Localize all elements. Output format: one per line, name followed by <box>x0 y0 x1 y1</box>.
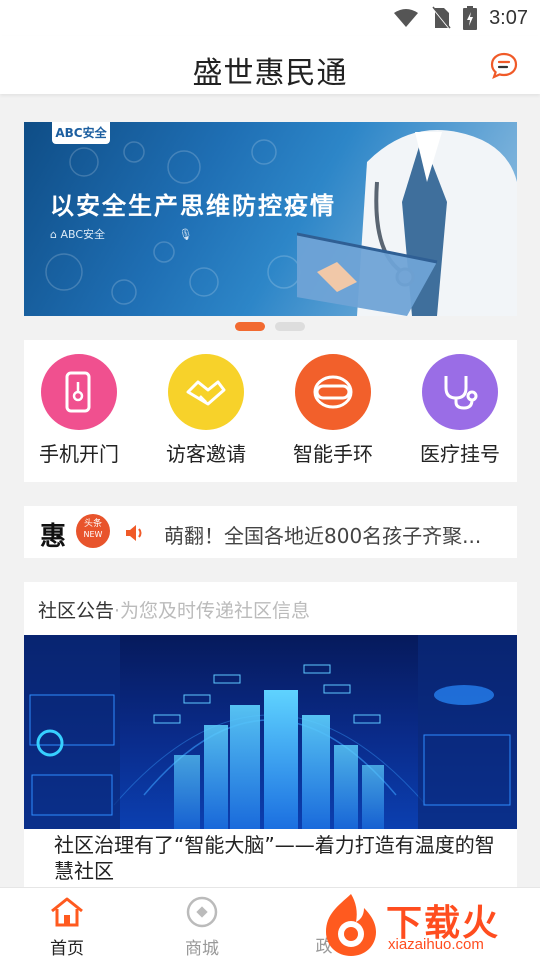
quick-action-medical[interactable]: 医疗挂号 <box>405 354 515 467</box>
banner-sub-brand: ⌂ ABC安全 🎙 <box>50 228 193 241</box>
carousel-dot-1[interactable] <box>235 322 265 331</box>
quick-action-smart-band[interactable]: 智能手环 <box>278 354 388 467</box>
quick-action-visitor-invite[interactable]: 访客邀请 <box>151 354 261 467</box>
quick-actions-panel: 手机开门 访客邀请 智能手环 医疗挂号 <box>24 340 517 482</box>
mall-icon <box>186 896 218 928</box>
banner-headline: 以安全生产思维防控疫情 <box>50 192 336 220</box>
banner-carousel[interactable]: ABC安全 以安全生产思维防控疫情 ⌂ ABC安全 🎙 <box>24 122 517 316</box>
watermark: 下载火 xiazaihuo.com <box>318 890 540 960</box>
quick-action-phone-door[interactable]: 手机开门 <box>24 354 134 467</box>
mic-icon: 🎙 <box>178 228 193 241</box>
carousel-dot-2[interactable] <box>275 322 305 331</box>
notice-article-title[interactable]: 社区治理有了“智能大脑”——着力打造有温度的智慧社区 <box>54 832 504 884</box>
tab-mall[interactable]: 商城 <box>162 896 242 959</box>
quick-action-label: 智能手环 <box>293 442 373 466</box>
news-brand: 惠 <box>40 522 67 552</box>
quick-action-label: 医疗挂号 <box>420 442 500 466</box>
app-header: 盛世惠民通 <box>0 36 540 94</box>
news-ticker[interactable]: 惠 头条 NEW 萌翻！全国各地近800名孩子齐聚... <box>24 506 517 558</box>
wifi-icon <box>394 9 419 27</box>
no-sim-icon <box>432 6 451 30</box>
speaker-icon <box>126 525 142 541</box>
clock: 3:07 <box>489 6 528 29</box>
home-icon <box>51 897 83 927</box>
news-headline[interactable]: 萌翻！全国各地近800名孩子齐聚... <box>164 520 494 549</box>
fire-logo-icon <box>326 894 376 956</box>
handshake-icon <box>168 354 244 430</box>
headline-new-badge: 头条 NEW <box>76 514 110 548</box>
home-icon: ⌂ <box>50 228 61 241</box>
smart-city-illustration <box>24 635 517 829</box>
banner-logo: ABC安全 <box>52 122 110 144</box>
carousel-indicators <box>0 322 540 331</box>
tab-mall-label: 商城 <box>185 939 219 959</box>
quick-action-label: 手机开门 <box>39 442 119 466</box>
status-bar: 3:07 <box>0 0 540 36</box>
quick-action-label: 访客邀请 <box>166 442 246 466</box>
notice-subtitle: ·为您及时传递社区信息 <box>114 600 311 622</box>
page-title: 盛世惠民通 <box>192 56 348 91</box>
wristband-icon <box>295 354 371 430</box>
watermark-text-en: xiazaihuo.com <box>388 936 484 953</box>
tab-home-label: 首页 <box>50 939 84 959</box>
tab-home[interactable]: 首页 <box>27 896 107 959</box>
community-notice-card: 社区公告·为您及时传递社区信息 社区治理有了“智能大脑”——着力打造有温度的智慧… <box>24 582 517 887</box>
notice-article-image[interactable] <box>24 635 517 829</box>
doctor-illustration <box>297 130 517 316</box>
battery-charging-icon <box>463 6 478 30</box>
notice-header: 社区公告·为您及时传递社区信息 <box>38 596 310 623</box>
message-icon[interactable] <box>490 52 518 80</box>
notice-title: 社区公告 <box>38 600 115 622</box>
stethoscope-icon <box>422 354 498 430</box>
phone-key-icon <box>41 354 117 430</box>
status-icons: 3:07 <box>393 4 528 32</box>
